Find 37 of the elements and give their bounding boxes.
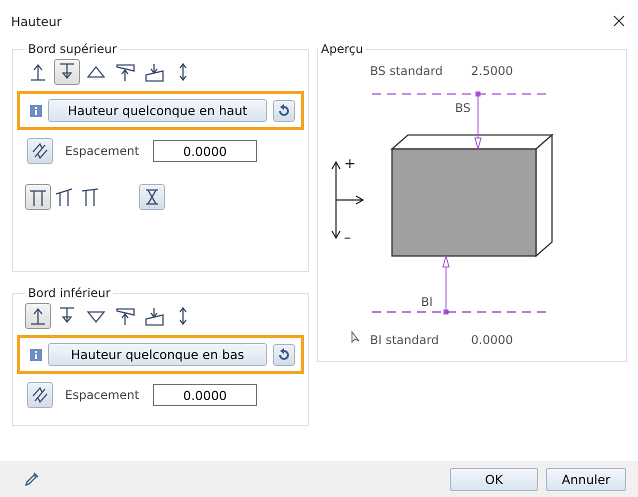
reset-icon [277,104,291,118]
group-title: Bord supérieur [27,42,118,56]
info-icon [30,348,42,360]
top-dimension-arrow [474,92,482,151]
reset-button[interactable] [273,100,295,122]
bottom-dimension-arrow [442,254,450,314]
top-tag: BS [455,101,471,115]
spacing-label: Espacement [65,388,140,402]
bottom-label: BI standard [370,333,439,347]
group-title: Bord inférieur [27,286,112,300]
bottom-tag: BI [421,295,433,309]
offset-icon [30,141,50,161]
ok-button[interactable]: OK [450,468,538,490]
offset-icon [30,385,50,405]
cursor-icon [352,330,360,344]
close-icon[interactable] [612,14,626,28]
info-icon [30,104,42,116]
offset-button[interactable] [27,138,53,164]
spacing-label: Espacement [65,144,140,158]
group-title: Aperçu [320,42,364,56]
minus-sign: – [344,230,351,246]
mode-button[interactable]: Hauteur quelconque en haut [48,99,267,122]
reset-button[interactable] [273,344,295,366]
cancel-button[interactable]: Annuler [546,468,626,490]
mode-button[interactable]: Hauteur quelconque en bas [48,343,267,366]
spacing-field[interactable]: 0.0000 [153,140,257,162]
spacing-field[interactable]: 0.0000 [153,384,257,406]
plus-sign: + [344,156,356,172]
hourglass-button[interactable] [139,184,165,210]
reset-icon [277,348,291,362]
bottom-value: 0.0000 [471,333,513,347]
top-value: 2.5000 [471,64,513,78]
hourglass-icon [143,188,161,206]
top-label: BS standard [370,64,443,78]
offset-button[interactable] [27,382,53,408]
window-title: Hauteur [11,14,62,28]
post-flat-icon[interactable] [25,184,51,210]
